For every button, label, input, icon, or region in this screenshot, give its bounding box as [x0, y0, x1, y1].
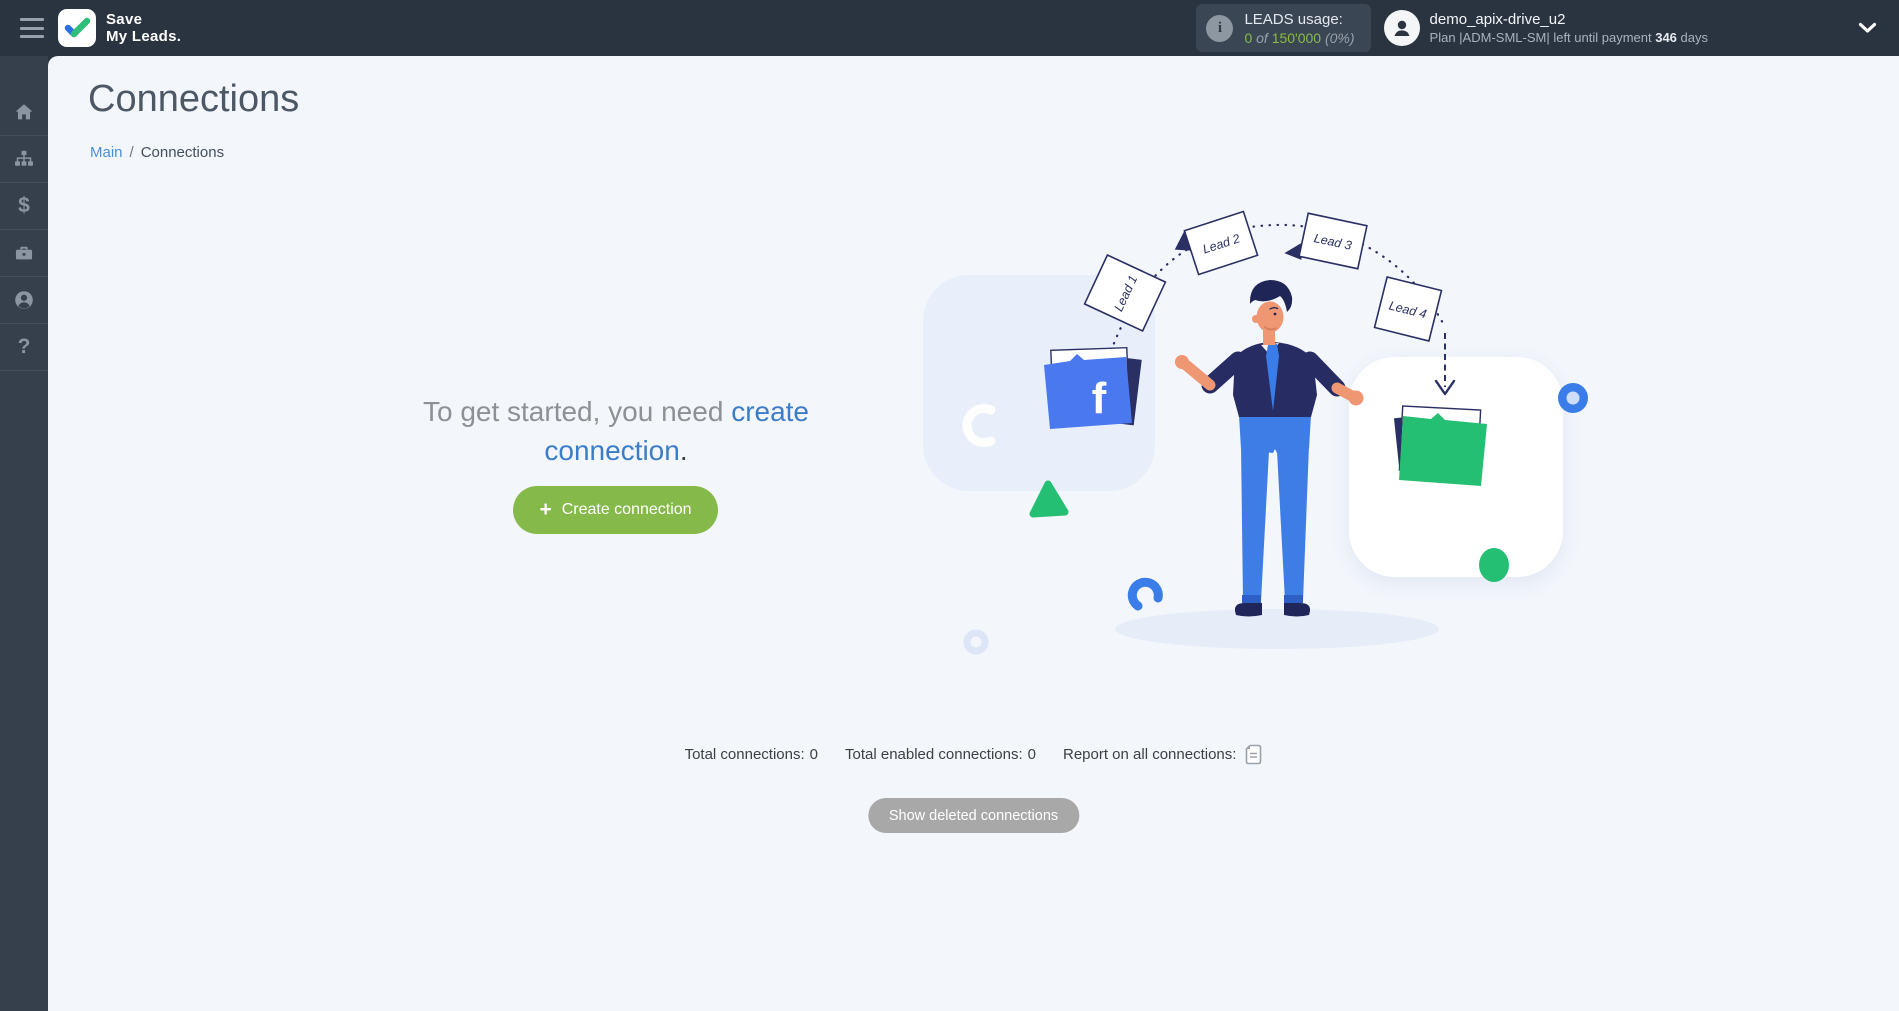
ground-shadow — [1115, 609, 1439, 649]
create-connection-label: Create connection — [562, 501, 692, 519]
account-icon — [13, 289, 35, 311]
get-started-text: To get started, you need create connecti… — [378, 392, 854, 470]
leads-usage-badge: i LEADS usage: 0 of 150'000 (0%) — [1196, 4, 1370, 52]
home-icon — [13, 101, 35, 123]
facebook-letter: f — [1092, 374, 1107, 423]
info-icon: i — [1206, 15, 1233, 42]
leads-usage-label: LEADS usage: — [1244, 11, 1354, 28]
sidebar-item-home[interactable] — [0, 89, 48, 136]
chevron-down-icon[interactable] — [1858, 22, 1877, 34]
checkmark-logo-icon — [60, 11, 94, 45]
sidebar-item-account[interactable] — [0, 277, 48, 324]
illustration: f Lead 1 Lead 2 Lead 3 Lead 4 — [905, 205, 1595, 665]
leads-of: of — [1252, 30, 1271, 46]
logo-line1: Save — [106, 11, 181, 28]
question-icon: ? — [18, 335, 31, 359]
lead-paper-4: Lead 4 — [1375, 277, 1442, 341]
plan-text: Plan |ADM-SML-SM| left until payment — [1430, 30, 1656, 45]
breadcrumb-separator: / — [130, 144, 134, 161]
sidebar-item-billing[interactable]: $ — [0, 183, 48, 230]
show-deleted-connections-button[interactable]: Show deleted connections — [868, 798, 1079, 833]
cta-period: . — [680, 435, 688, 466]
main-content: Connections Main / Connections To get star… — [48, 56, 1899, 1011]
blue-hook-shape — [1132, 582, 1158, 606]
top-bar: Save My Leads. i LEADS usage: 0 of 150'0… — [0, 0, 1899, 56]
leads-usage-value: 0 of 150'000 (0%) — [1244, 30, 1354, 46]
report-document-icon[interactable] — [1245, 744, 1262, 765]
person-icon — [1391, 17, 1413, 39]
enabled-connections-value: 0 — [1028, 746, 1036, 763]
man-figure — [1175, 280, 1364, 617]
sidebar-item-services[interactable] — [0, 230, 48, 277]
leads-percent: (0%) — [1321, 30, 1354, 46]
user-menu[interactable]: demo_apix-drive_u2 Plan |ADM-SML-SM| lef… — [1430, 11, 1708, 45]
logo-line2: My Leads. — [106, 28, 181, 45]
sidebar-item-help[interactable]: ? — [0, 324, 48, 371]
connections-stats: Total connections: 0 Total enabled conne… — [48, 744, 1899, 765]
green-dot-shape — [1479, 548, 1509, 582]
user-name: demo_apix-drive_u2 — [1430, 11, 1708, 28]
user-avatar[interactable] — [1384, 10, 1420, 46]
lead-paper-3: Lead 3 — [1284, 210, 1367, 272]
breadcrumb: Main / Connections — [90, 144, 224, 161]
enabled-connections: Total enabled connections: 0 — [845, 746, 1036, 763]
green-folder — [1394, 406, 1487, 486]
facebook-folder: f — [1044, 348, 1142, 429]
dollar-icon: $ — [18, 194, 30, 218]
report-label: Report on all connections: — [1063, 746, 1236, 763]
sitemap-icon — [13, 148, 35, 170]
sidebar-item-connections[interactable] — [0, 136, 48, 183]
app-logo[interactable] — [58, 9, 96, 47]
breadcrumb-main-link[interactable]: Main — [90, 144, 123, 161]
total-connections-label: Total connections: — [685, 746, 805, 763]
total-connections: Total connections: 0 — [685, 746, 818, 763]
briefcase-icon — [13, 242, 35, 264]
sidebar-nav: $ ? — [0, 56, 48, 1011]
hamburger-menu-icon[interactable] — [20, 18, 44, 38]
total-connections-value: 0 — [810, 746, 818, 763]
cta-prefix: To get started, you need — [423, 396, 731, 427]
leads-total: 150'000 — [1272, 30, 1321, 46]
light-ring-shape — [967, 633, 985, 651]
create-connection-button[interactable]: + Create connection — [513, 486, 718, 534]
plan-days: 346 — [1655, 30, 1677, 45]
plus-icon: + — [539, 499, 551, 520]
plan-suffix: days — [1677, 30, 1708, 45]
user-plan: Plan |ADM-SML-SM| left until payment 346… — [1430, 30, 1708, 45]
report-connections: Report on all connections: — [1063, 744, 1262, 765]
lead-paper-2: Lead 2 — [1170, 212, 1257, 280]
breadcrumb-current: Connections — [141, 144, 224, 161]
enabled-connections-label: Total enabled connections: — [845, 746, 1023, 763]
logo-wordmark[interactable]: Save My Leads. — [106, 11, 181, 46]
page-title: Connections — [88, 78, 299, 121]
